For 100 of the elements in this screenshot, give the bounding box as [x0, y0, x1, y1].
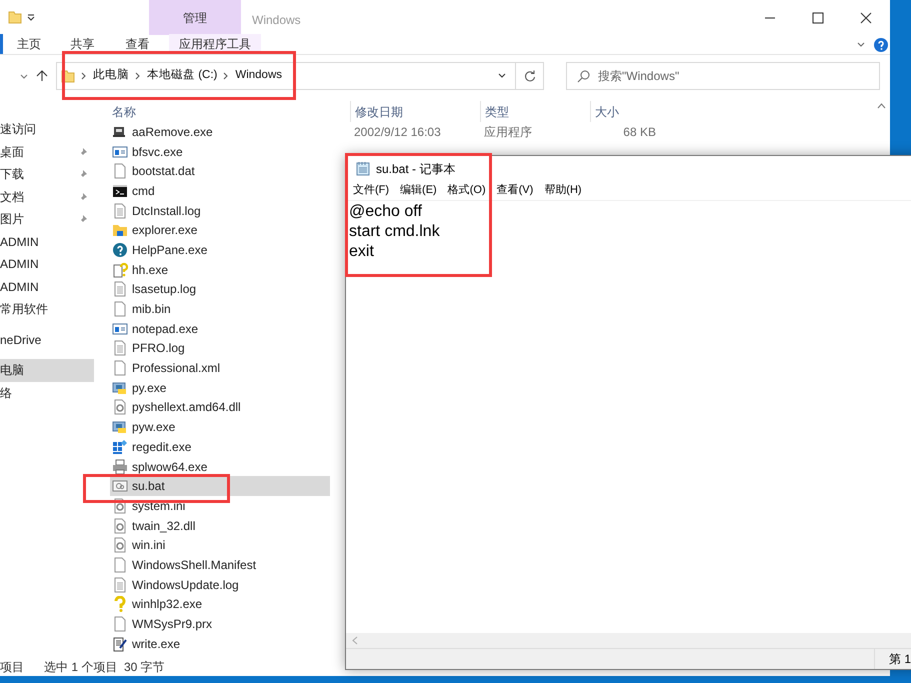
file-name[interactable]: cmd: [132, 182, 155, 200]
pen-document-icon: [112, 636, 128, 652]
nav-item[interactable]: 图片: [0, 210, 24, 228]
file-name[interactable]: win.ini: [132, 536, 166, 554]
app-window-icon: [112, 320, 128, 337]
file-name[interactable]: aaRemove.exe: [132, 122, 213, 141]
nav-item[interactable]: 常用软件: [0, 300, 48, 318]
file-name[interactable]: twain_32.dll: [132, 516, 196, 535]
file-size: 68 KB: [622, 124, 656, 141]
text-file-icon: [112, 281, 128, 298]
window-title: su.bat - 记事本: [376, 160, 456, 178]
file-name[interactable]: splwow64.exe: [132, 458, 208, 476]
column-header[interactable]: 大小: [590, 101, 660, 122]
help-icon: [112, 242, 128, 258]
selected-nav-item[interactable]: 电脑: [0, 359, 94, 382]
window-title: Windows: [252, 12, 301, 29]
nav-item[interactable]: 下载: [0, 165, 24, 184]
search-icon: [577, 70, 590, 82]
menu-item[interactable]: 文件(F): [353, 182, 390, 199]
nav-item[interactable]: 速访问: [0, 120, 36, 138]
nav-item[interactable]: 桌面: [0, 142, 24, 161]
close-icon[interactable]: [860, 12, 872, 24]
status-text: 项目: [0, 658, 24, 676]
file-name[interactable]: winhlp32.exe: [132, 595, 202, 614]
maximize-icon[interactable]: [812, 12, 824, 24]
chevron-icon: [135, 72, 141, 80]
text-file-icon: [112, 340, 128, 356]
python-app-icon: [112, 419, 128, 436]
folder-icon: [8, 10, 22, 24]
forward-dropdown-icon[interactable]: [20, 72, 28, 80]
status-text: 选中 1 个项目 30 字节: [44, 658, 165, 676]
nav-item[interactable]: ADMIN: [0, 232, 39, 251]
column-header[interactable]: 类型: [480, 101, 590, 122]
search-box[interactable]: 搜索"Windows": [566, 62, 880, 90]
column-header[interactable]: 修改日期: [350, 101, 480, 122]
chevron-icon: [81, 72, 87, 80]
breadcrumb-item[interactable]: 本地磁盘 (C:): [147, 67, 218, 85]
file-name[interactable]: hh.exe: [132, 260, 168, 279]
file-name[interactable]: WindowsUpdate.log: [132, 576, 239, 594]
help-icon[interactable]: [874, 38, 888, 52]
menu-item[interactable]: 查看(V): [496, 182, 534, 199]
blocks-icon: [112, 438, 128, 455]
breadcrumb-item[interactable]: Windows: [235, 67, 282, 85]
text-line: exit: [349, 242, 374, 262]
ribbon-tab[interactable]: 共享: [55, 34, 110, 54]
text-file-icon: [112, 576, 128, 593]
file-name[interactable]: pyshellext.amd64.dll: [132, 398, 241, 416]
status-text: 第 1: [889, 651, 911, 668]
file-name[interactable]: notepad.exe: [132, 320, 198, 338]
file-name[interactable]: su.bat: [132, 477, 165, 496]
file-type: 应用程序: [483, 124, 533, 141]
search-field[interactable]: 搜索"Windows": [598, 67, 879, 85]
file-name[interactable]: bfsvc.exe: [132, 142, 183, 161]
file-name[interactable]: DtcInstall.log: [132, 202, 201, 220]
file-name[interactable]: lsasetup.log: [132, 280, 196, 298]
file-name[interactable]: WindowsShell.Manifest: [132, 556, 256, 574]
file-name[interactable]: Professional.xml: [132, 359, 220, 378]
file-name[interactable]: WMSysPr9.prx: [132, 615, 212, 634]
notepad-icon: [356, 161, 370, 176]
nav-item[interactable]: neDrive: [0, 330, 42, 349]
file-name[interactable]: pyw.exe: [132, 418, 176, 436]
printer-icon: [112, 458, 128, 475]
refresh-icon: [524, 70, 536, 82]
file-name[interactable]: explorer.exe: [132, 221, 198, 240]
file-name[interactable]: PFRO.log: [132, 339, 185, 358]
address-bar[interactable]: 此电脑 本地磁盘 (C:) Windows: [56, 62, 516, 90]
menu-item[interactable]: 编辑(E): [400, 182, 437, 199]
ribbon-tab[interactable]: 查看: [110, 34, 165, 54]
folder-icon: [112, 222, 128, 238]
selected-file-row[interactable]: su.bat: [110, 476, 330, 496]
horizontal-scrollbar[interactable]: [346, 633, 911, 649]
app-window-icon: [112, 144, 128, 160]
file-name[interactable]: system.ini: [132, 496, 186, 515]
file-name[interactable]: mib.bin: [132, 300, 171, 318]
nav-item[interactable]: ADMIN: [0, 255, 39, 274]
file-name[interactable]: bootstat.dat: [132, 162, 195, 180]
breadcrumb-item[interactable]: 此电脑: [93, 67, 129, 85]
file-name[interactable]: py.exe: [132, 378, 166, 397]
question-mark-icon: [112, 596, 128, 612]
caret-icon[interactable]: [26, 12, 36, 22]
file-icon: [112, 301, 128, 318]
menu-item[interactable]: 帮助(H): [544, 182, 582, 199]
file-icon: [112, 616, 128, 632]
help-document-icon: [112, 262, 128, 278]
chevron-icon: [223, 72, 230, 80]
refresh-button[interactable]: [516, 62, 544, 90]
menu-item[interactable]: 格式(O): [448, 182, 486, 199]
ribbon-tab[interactable]: 主页: [0, 34, 55, 54]
file-name[interactable]: regedit.exe: [132, 438, 192, 456]
file-name[interactable]: HelpPane.exe: [132, 240, 208, 259]
up-arrow-icon[interactable]: [36, 70, 48, 82]
file-name[interactable]: write.exe: [132, 634, 180, 653]
file-icon: [112, 556, 128, 573]
nav-item[interactable]: 文档: [0, 188, 24, 206]
nav-item[interactable]: 络: [0, 384, 12, 402]
console-icon: [112, 182, 128, 199]
column-header[interactable]: 名称: [110, 101, 350, 122]
nav-item[interactable]: ADMIN: [0, 278, 39, 296]
text-line: start cmd.lnk: [349, 222, 440, 242]
python-app-icon: [112, 380, 128, 396]
